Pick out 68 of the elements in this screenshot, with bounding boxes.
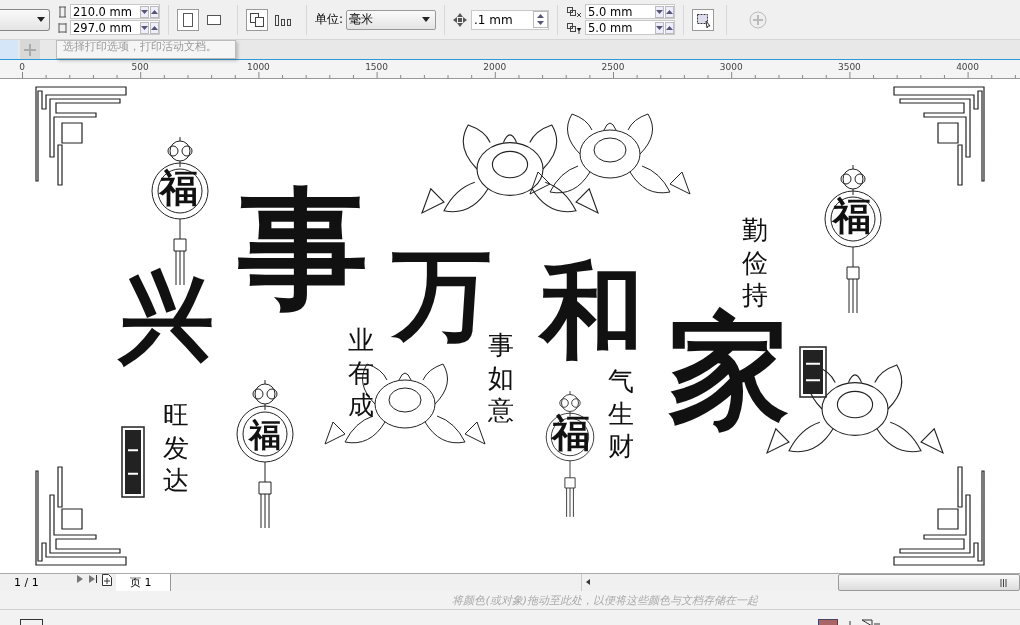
ruler-label: 2000: [482, 62, 508, 72]
unit-label: 单位:: [315, 11, 344, 28]
height-icon: [58, 21, 67, 34]
increase-button[interactable]: [665, 21, 675, 34]
ruler-label: 1000: [245, 62, 271, 72]
duplicate-x-icon: [566, 5, 583, 18]
caret-icon: [422, 17, 431, 22]
ruler-label: 2500: [600, 62, 626, 72]
calligraphy-phrase: 旺发达: [163, 399, 189, 497]
decrease-button[interactable]: [655, 5, 665, 18]
seal-drawing: [121, 426, 145, 498]
caret-icon: [37, 17, 45, 22]
horizontal-scrollbar[interactable]: [838, 574, 1020, 591]
calligraphy-phrase: 勤俭持: [742, 214, 768, 310]
select-frame-button[interactable]: [692, 8, 715, 31]
last-page-icon[interactable]: [88, 574, 98, 584]
duplicate-x-field[interactable]: 5.0 mm: [585, 4, 676, 19]
portrait-button[interactable]: [177, 8, 199, 31]
ruler-label: 3500: [836, 62, 862, 72]
outline-icon[interactable]: [846, 619, 882, 625]
next-page-icon[interactable]: [76, 574, 84, 584]
calligraphy-character: 事: [238, 184, 368, 314]
fill-swatch[interactable]: [20, 619, 43, 625]
fu-character: 福: [552, 414, 590, 452]
width-icon: [58, 5, 67, 18]
ruler-label: 1500: [364, 62, 390, 72]
nudge-field[interactable]: .1 mm: [471, 9, 550, 30]
portrait-page-icon: [183, 12, 193, 27]
calligraphy-character: 兴: [118, 269, 214, 365]
print-tooltip: 选择打印选项，打印活动文档。: [56, 40, 236, 59]
calligraphy-phrase: 业有成: [348, 324, 374, 422]
decrease-button[interactable]: [140, 5, 149, 18]
landscape-page-icon: [207, 14, 221, 25]
ruler-label: 500: [130, 62, 150, 72]
increase-button[interactable]: [665, 5, 675, 18]
duplicate-y-field[interactable]: 5.0 mm: [585, 20, 676, 35]
calligraphy-phrase: 气生财: [608, 365, 634, 463]
palette-drop-hint: 将颜色(或对象)拖动至此处，以便将这些颜色与文档存储在一起: [0, 591, 1020, 610]
decrease-arrow-icon[interactable]: [537, 21, 545, 25]
increase-button[interactable]: [150, 5, 159, 18]
all-pages-button[interactable]: [246, 8, 268, 31]
calligraphy-character: 家: [668, 309, 790, 431]
calligraphy-character: 和: [540, 259, 644, 363]
pages-icon: [249, 11, 265, 28]
unit-dropdown[interactable]: 毫米: [346, 9, 437, 30]
fu-character: 福: [160, 169, 198, 207]
ruler-label: 0: [18, 62, 26, 72]
grip-icon: [1000, 578, 1007, 587]
bars-icon: [274, 13, 292, 26]
add-page-icon[interactable]: [102, 574, 112, 586]
duplicate-y-icon: [566, 21, 583, 34]
height-field[interactable]: 297.0 mm: [70, 20, 160, 35]
fu-character: 福: [249, 419, 281, 451]
frame-pointer-icon: [695, 11, 712, 28]
nudge-icon: [453, 12, 468, 27]
width-field[interactable]: 210.0 mm: [70, 4, 160, 19]
seal-drawing: [799, 346, 827, 398]
ruler-label: 4000: [955, 62, 981, 72]
dropdown[interactable]: [0, 8, 50, 31]
page-counter: 1 / 1: [13, 575, 40, 591]
page-tab[interactable]: 页 1: [116, 574, 171, 591]
fu-character: 福: [833, 197, 871, 235]
calligraphy-phrase: 事如意: [488, 330, 514, 427]
ruler-label: 3000: [718, 62, 744, 72]
increase-button[interactable]: [150, 21, 159, 34]
increase-arrow-icon[interactable]: [537, 14, 545, 18]
decrease-button[interactable]: [655, 21, 665, 34]
decrease-button[interactable]: [140, 21, 149, 34]
